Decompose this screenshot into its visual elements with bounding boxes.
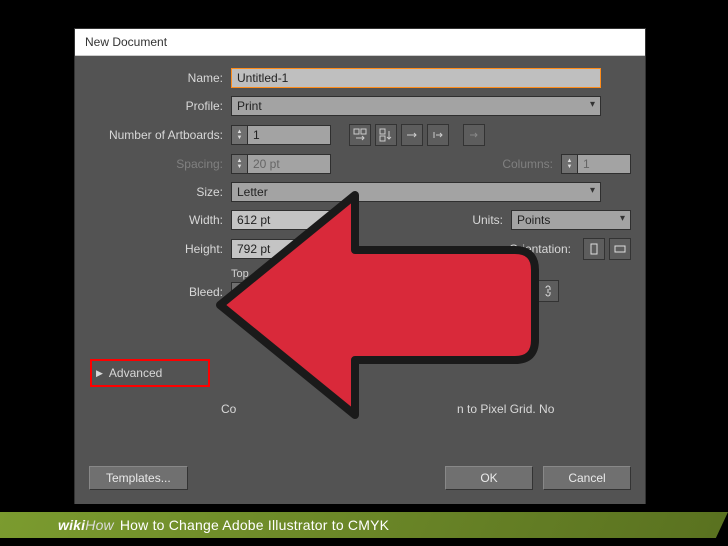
landscape-icon[interactable] [609,238,631,260]
caption-wiki: wiki [58,517,85,533]
spacing-input [247,154,331,174]
units-label: Units: [453,213,511,227]
bleed-top-input[interactable] [247,282,291,302]
bleed-top-stepper[interactable]: ▲▼ [231,282,291,302]
units-select[interactable]: Points [511,210,631,230]
columns-label: Columns: [483,157,561,171]
bleed-group: Top ▲▼ Left ▲▼ Right ▲▼ [231,268,559,302]
templates-button[interactable]: Templates... [89,466,188,490]
bleed-left-stepper[interactable]: ▲▼ [369,282,439,302]
grid-by-col-icon[interactable] [375,124,397,146]
profile-label: Profile: [89,99,231,113]
artboards-stepper[interactable]: ▲▼ [231,125,331,145]
height-label: Height: [89,242,231,256]
size-label: Size: [89,185,231,199]
artboards-label: Number of Artboards: [89,128,231,142]
width-input[interactable] [231,210,331,230]
cutoff-text-left: Co [221,402,236,416]
name-input[interactable] [231,68,601,88]
bleed-left-input[interactable] [385,282,439,302]
bleed-right-label: Right [451,268,521,280]
name-label: Name: [89,71,231,85]
ok-button[interactable]: OK [445,466,533,490]
height-input[interactable] [231,239,331,259]
dialog-title: New Document [85,35,167,49]
columns-stepper: ▲▼ [561,154,631,174]
caption-bar: wikiHow How to Change Adobe Illustrator t… [0,512,728,538]
portrait-icon[interactable] [583,238,605,260]
row-rtl-icon[interactable] [427,124,449,146]
spacing-label: Spacing: [89,157,231,171]
orientation-label: Orientation: [487,242,579,256]
cancel-button[interactable]: Cancel [543,466,631,490]
bleed-label: Bleed: [89,285,231,302]
dialog-body: Name: Profile: Print Number of Artboards… [75,56,645,504]
bleed-left-label: Left [369,268,439,280]
spacing-stepper: ▲▼ [231,154,331,174]
grid-by-row-icon[interactable] [349,124,371,146]
profile-select[interactable]: Print [231,96,601,116]
dialog-title-bar: New Document [75,29,645,56]
bleed-right-input[interactable] [467,282,521,302]
bleed-top-label: Top [231,268,291,280]
link-bleed-icon[interactable] [537,280,559,302]
single-arrow-icon[interactable] [463,124,485,146]
cutoff-text-right: n to Pixel Grid. No [457,402,554,416]
width-label: Width: [89,213,231,227]
artboards-input[interactable] [247,125,331,145]
caption-title: How to Change Adobe Illustrator to CMYK [120,517,389,533]
new-document-dialog: New Document Name: Profile: Print Number… [74,28,646,504]
caption-how: How [85,517,114,533]
row-ltr-icon[interactable] [401,124,423,146]
size-select[interactable]: Letter [231,182,601,202]
columns-input [577,154,631,174]
bleed-right-stepper[interactable]: ▲▼ [451,282,521,302]
disclosure-triangle-icon: ▶ [96,368,103,379]
dialog-button-row: Templates... OK Cancel [89,466,631,490]
advanced-disclosure[interactable]: ▶ Advanced [90,359,210,387]
advanced-label: Advanced [109,366,162,380]
